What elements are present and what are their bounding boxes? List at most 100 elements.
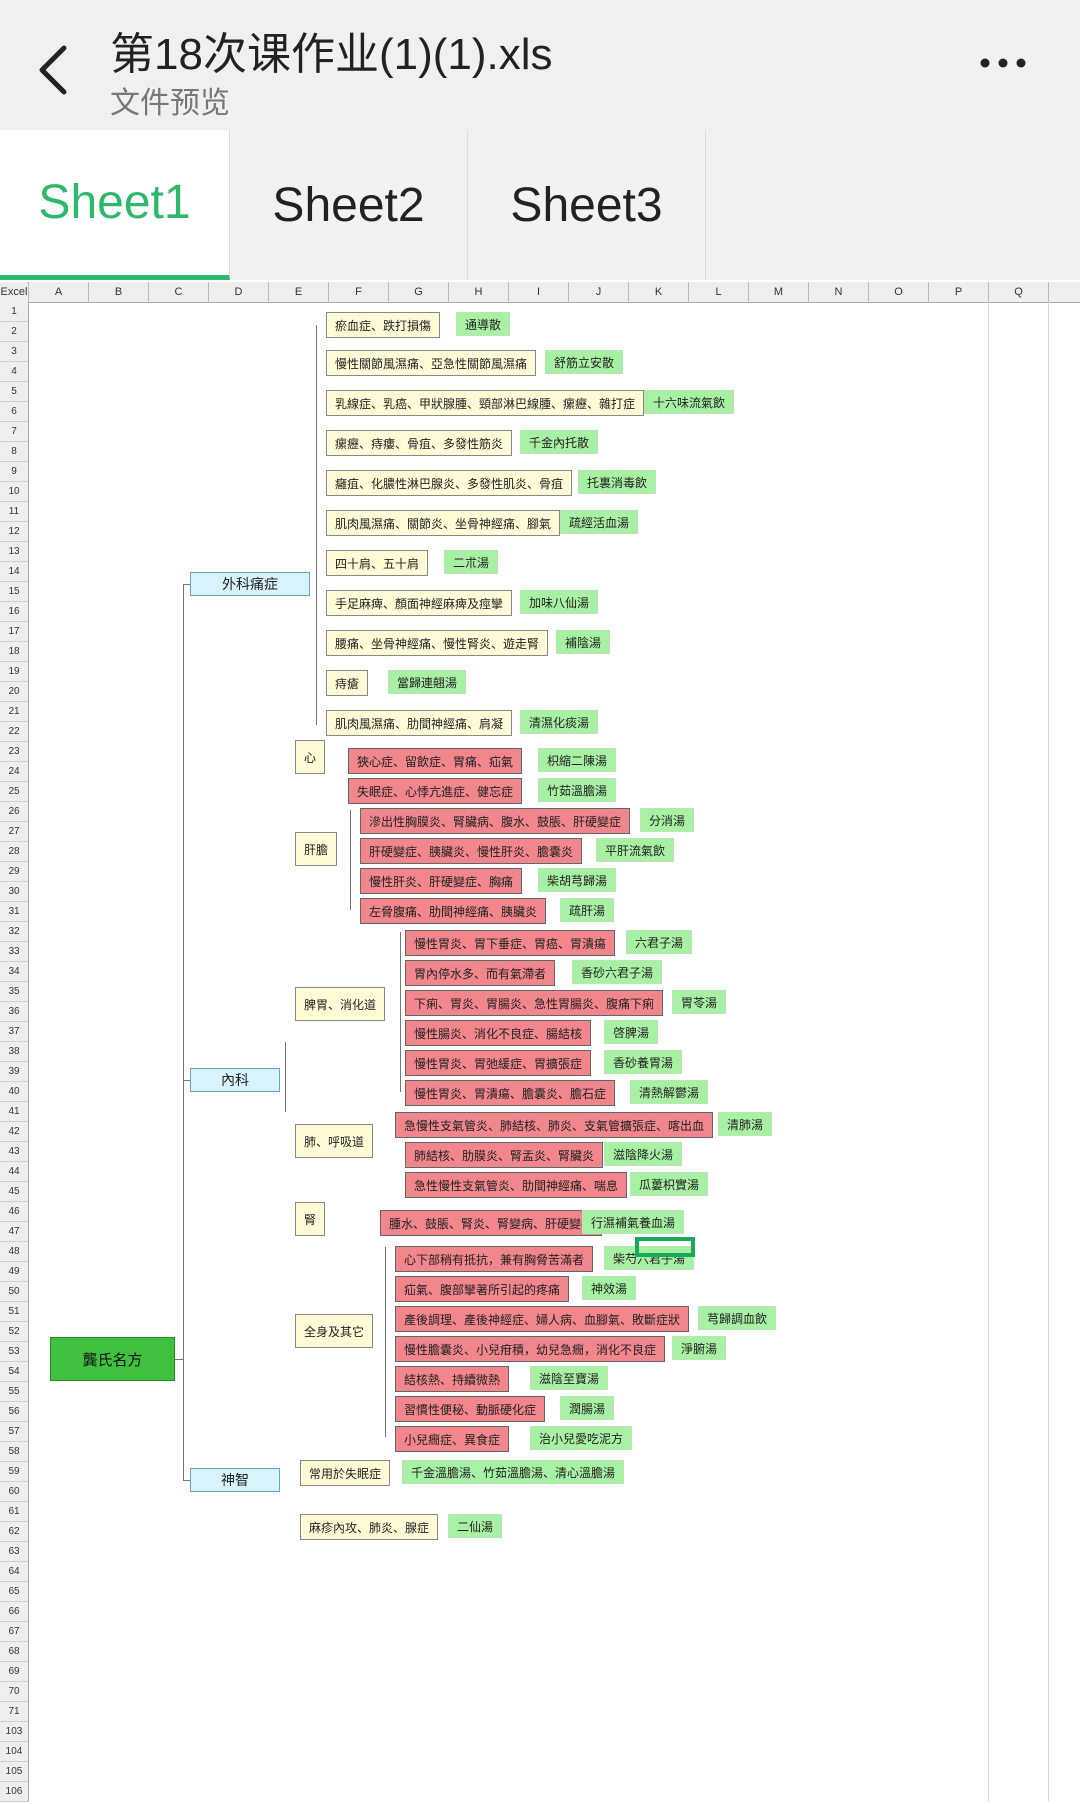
- row-header-cell[interactable]: 58: [0, 1442, 28, 1462]
- row-header-cell[interactable]: 54: [0, 1362, 28, 1382]
- column-header-cell[interactable]: Excel: [0, 282, 29, 302]
- row-header-cell[interactable]: 50: [0, 1282, 28, 1302]
- column-header-cell[interactable]: O: [869, 282, 929, 302]
- row-header-cell[interactable]: 4: [0, 362, 28, 382]
- column-header-cell[interactable]: B: [89, 282, 149, 302]
- row-header-cell[interactable]: 42: [0, 1122, 28, 1142]
- row-header-cell[interactable]: 21: [0, 702, 28, 722]
- row-header-cell[interactable]: 17: [0, 622, 28, 642]
- row-header-cell[interactable]: 1: [0, 302, 28, 322]
- row-header-cell[interactable]: 32: [0, 922, 28, 942]
- row-header-cell[interactable]: 46: [0, 1202, 28, 1222]
- row-header-cell[interactable]: 16: [0, 602, 28, 622]
- row-header-cell[interactable]: 27: [0, 822, 28, 842]
- row-header-cell[interactable]: 10: [0, 482, 28, 502]
- row-header-cell[interactable]: 9: [0, 462, 28, 482]
- column-header-cell[interactable]: L: [689, 282, 749, 302]
- row-header-cell[interactable]: 40: [0, 1082, 28, 1102]
- row-header-cell[interactable]: 25: [0, 782, 28, 802]
- row-header-cell[interactable]: 12: [0, 522, 28, 542]
- row-header-cell[interactable]: 38: [0, 1042, 28, 1062]
- row-header-cell[interactable]: 43: [0, 1142, 28, 1162]
- row-header-cell[interactable]: 47: [0, 1222, 28, 1242]
- row-header-cell[interactable]: 60: [0, 1482, 28, 1502]
- row-header-cell[interactable]: 36: [0, 1002, 28, 1022]
- column-header-cell[interactable]: C: [149, 282, 209, 302]
- row-header-cell[interactable]: 23: [0, 742, 28, 762]
- row-header-cell[interactable]: 28: [0, 842, 28, 862]
- column-header-cell[interactable]: K: [629, 282, 689, 302]
- column-header-cell[interactable]: H: [449, 282, 509, 302]
- row-header-cell[interactable]: 57: [0, 1422, 28, 1442]
- row-header-cell[interactable]: 53: [0, 1342, 28, 1362]
- row-header-cell[interactable]: 62: [0, 1522, 28, 1542]
- row-header-cell[interactable]: 71: [0, 1702, 28, 1722]
- row-header-cell[interactable]: 22: [0, 722, 28, 742]
- row-header-cell[interactable]: 105: [0, 1762, 28, 1782]
- back-icon[interactable]: [30, 40, 80, 100]
- tab-sheet1[interactable]: Sheet1: [0, 130, 230, 280]
- row-header-cell[interactable]: 26: [0, 802, 28, 822]
- row-header-cell[interactable]: 15: [0, 582, 28, 602]
- row-header-cell[interactable]: 67: [0, 1622, 28, 1642]
- row-header-cell[interactable]: 2: [0, 322, 28, 342]
- row-header-cell[interactable]: 31: [0, 902, 28, 922]
- row-header-cell[interactable]: 33: [0, 942, 28, 962]
- row-header-cell[interactable]: 104: [0, 1742, 28, 1762]
- column-header-cell[interactable]: D: [209, 282, 269, 302]
- row-header-cell[interactable]: 24: [0, 762, 28, 782]
- selected-cell[interactable]: [635, 1237, 695, 1257]
- row-header-cell[interactable]: 13: [0, 542, 28, 562]
- row-header-cell[interactable]: 51: [0, 1302, 28, 1322]
- column-header-cell[interactable]: N: [809, 282, 869, 302]
- row-header-cell[interactable]: 103: [0, 1722, 28, 1742]
- row-header-cell[interactable]: 65: [0, 1582, 28, 1602]
- column-header-cell[interactable]: I: [509, 282, 569, 302]
- column-header-cell[interactable]: J: [569, 282, 629, 302]
- row-header-cell[interactable]: 70: [0, 1682, 28, 1702]
- column-header-cell[interactable]: G: [389, 282, 449, 302]
- row-header-cell[interactable]: 55: [0, 1382, 28, 1402]
- row-header-cell[interactable]: 35: [0, 982, 28, 1002]
- row-header-cell[interactable]: 61: [0, 1502, 28, 1522]
- row-header-cell[interactable]: 68: [0, 1642, 28, 1662]
- column-header-cell[interactable]: A: [29, 282, 89, 302]
- row-header-cell[interactable]: 63: [0, 1542, 28, 1562]
- row-header-cell[interactable]: 6: [0, 402, 28, 422]
- more-dots-icon[interactable]: [975, 48, 1035, 78]
- row-header-cell[interactable]: 30: [0, 882, 28, 902]
- column-header-cell[interactable]: M: [749, 282, 809, 302]
- tab-sheet3[interactable]: Sheet3: [468, 130, 706, 280]
- column-header-cell[interactable]: F: [329, 282, 389, 302]
- row-header-cell[interactable]: 41: [0, 1102, 28, 1122]
- row-header-cell[interactable]: 18: [0, 642, 28, 662]
- row-header-cell[interactable]: 29: [0, 862, 28, 882]
- row-header-cell[interactable]: 45: [0, 1182, 28, 1202]
- row-header-cell[interactable]: 66: [0, 1602, 28, 1622]
- row-header-cell[interactable]: 106: [0, 1782, 28, 1802]
- row-header-cell[interactable]: 7: [0, 422, 28, 442]
- column-header-cell[interactable]: E: [269, 282, 329, 302]
- row-header-cell[interactable]: 19: [0, 662, 28, 682]
- row-header-cell[interactable]: 69: [0, 1662, 28, 1682]
- spreadsheet-grid[interactable]: Excel A B C D E F G H I J K L M N O P Q 1 2 3 4 5 6 7 8 9 10 11 12 13…: [0, 282, 1080, 1804]
- row-header-cell[interactable]: 20: [0, 682, 28, 702]
- column-header-cell[interactable]: Q: [989, 282, 1049, 302]
- row-header-cell[interactable]: 44: [0, 1162, 28, 1182]
- row-header-cell[interactable]: 8: [0, 442, 28, 462]
- row-header-cell[interactable]: 56: [0, 1402, 28, 1422]
- row-header-cell[interactable]: 39: [0, 1062, 28, 1082]
- row-header-cell[interactable]: 3: [0, 342, 28, 362]
- row-header-cell[interactable]: 59: [0, 1462, 28, 1482]
- row-header-cell[interactable]: 34: [0, 962, 28, 982]
- row-header-cell[interactable]: 11: [0, 502, 28, 522]
- row-header-cell[interactable]: 14: [0, 562, 28, 582]
- tab-sheet2[interactable]: Sheet2: [230, 130, 468, 280]
- column-header-cell[interactable]: P: [929, 282, 989, 302]
- row-header-cell[interactable]: 64: [0, 1562, 28, 1582]
- row-header-cell[interactable]: 48: [0, 1242, 28, 1262]
- row-header-cell[interactable]: 49: [0, 1262, 28, 1282]
- row-header-cell[interactable]: 52: [0, 1322, 28, 1342]
- row-header-cell[interactable]: 37: [0, 1022, 28, 1042]
- row-header-cell[interactable]: 5: [0, 382, 28, 402]
